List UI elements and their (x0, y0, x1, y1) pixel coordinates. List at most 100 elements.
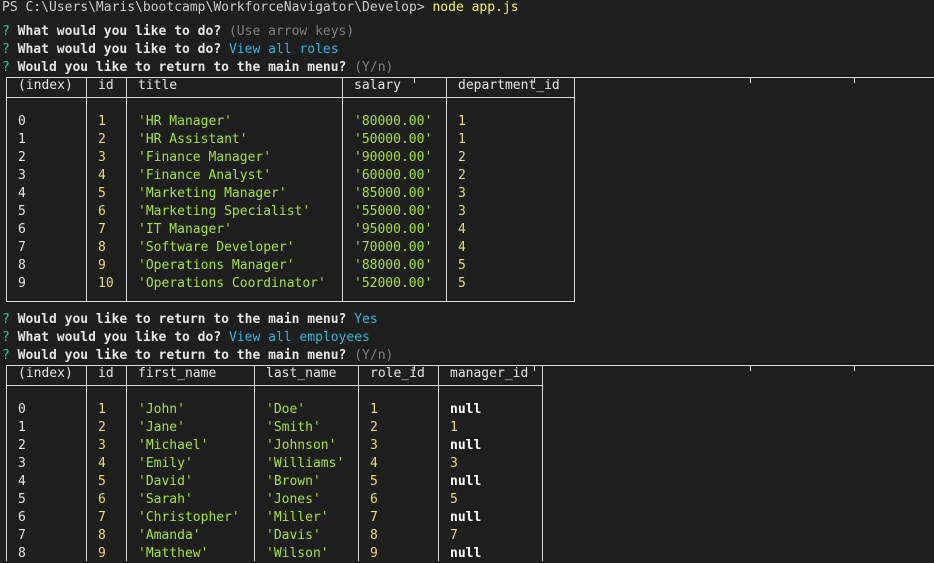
terminal-window[interactable]: { "command": { "prompt": "PS C:\\Users\\… (0, 0, 934, 561)
roles-table-cell: 1 (18, 132, 26, 147)
roles-table-cell: 7 (18, 240, 26, 255)
employees-table-header-cell: first_name (138, 366, 217, 381)
employees-table-cell: null (450, 474, 482, 489)
employees-table-ghost-tick (534, 365, 535, 371)
employees-table-column-divider (86, 365, 87, 561)
employees-table-cell: 7 (98, 510, 106, 525)
roles-table-column-divider (86, 77, 87, 301)
roles-table-cell: '88000.00' (354, 258, 433, 273)
roles-table-cell: 3 (458, 186, 466, 201)
roles-table-cell: 'Marketing Specialist' (138, 204, 311, 219)
employees-table-cell: 'Doe' (266, 402, 306, 417)
employees-table-cell: 'David' (138, 474, 193, 489)
employees-table-header-cell: (index) (18, 366, 73, 381)
roles-table-cell: '50000.00' (354, 132, 433, 147)
roles-table-cell: 10 (98, 276, 114, 291)
roles-table-cell: 9 (98, 258, 106, 273)
employees-table-cell: 5 (450, 492, 458, 507)
roles-table-column-divider (574, 77, 575, 301)
employees-table-header-cell: manager_id (450, 366, 529, 381)
employees-table-cell: 'Christopher' (138, 510, 240, 525)
roles-table-cell: '55000.00' (354, 204, 433, 219)
roles-table-cell: 6 (18, 222, 26, 237)
roles-table-cell: 2 (458, 150, 466, 165)
roles-table-cell: 4 (458, 222, 466, 237)
roles-table-cell: 4 (458, 240, 466, 255)
employees-table-cell: 'Williams' (266, 456, 345, 471)
employees-table-cell: 'Michael' (138, 438, 209, 453)
employees-table-cell: 5 (98, 474, 106, 489)
roles-table-cell: '60000.00' (354, 168, 433, 183)
employees-table-header-cell: last_name (266, 366, 337, 381)
employees-table-cell: 3 (370, 438, 378, 453)
employees-table-cell: 9 (98, 546, 106, 561)
employees-table-column-divider (358, 365, 359, 561)
roles-table-cell: 'Operations Manager' (138, 258, 295, 273)
employees-table-header-separator (6, 385, 542, 386)
roles-table-cell: 'Operations Coordinator' (138, 276, 326, 291)
roles-table-cell: '90000.00' (354, 150, 433, 165)
employees-table-cell: 3 (18, 456, 26, 471)
roles-table-column-divider (126, 77, 127, 301)
roles-table-cell: 5 (458, 258, 466, 273)
employees-table-cell: 'Miller' (266, 510, 329, 525)
roles-table-cell: '52000.00' (354, 276, 433, 291)
employees-table-cell: 5 (370, 474, 378, 489)
employees-table-cell: 3 (450, 456, 458, 471)
roles-table-cell: 1 (458, 114, 466, 129)
employees-table-column-divider (6, 365, 7, 561)
roles-table-cell: 6 (98, 204, 106, 219)
roles-table-cell: 1 (458, 132, 466, 147)
employees-table-cell: 8 (98, 528, 106, 543)
roles-table-column-divider (342, 77, 343, 301)
employees-table-cell: 7 (18, 528, 26, 543)
roles-table-cell: 9 (18, 276, 26, 291)
roles-table-cell: 5 (98, 186, 106, 201)
roles-table-header-cell: id (98, 78, 114, 93)
roles-table-cell: 8 (98, 240, 106, 255)
employees-table-cell: 'Jones' (266, 492, 321, 507)
employees-table-cell: 1 (18, 420, 26, 435)
employees-table-cell: 2 (18, 438, 26, 453)
employees-table-cell: 6 (370, 492, 378, 507)
roles-table-cell: 2 (458, 168, 466, 183)
roles-table-cell: 3 (18, 168, 26, 183)
employees-table-cell: 8 (18, 546, 26, 561)
employees-table-cell: 'Sarah' (138, 492, 193, 507)
roles-table-cell: 3 (458, 204, 466, 219)
employees-table-cell: 'Wilson' (266, 546, 329, 561)
employees-table-cell: 8 (370, 528, 378, 543)
employees-table-cell: null (450, 402, 482, 417)
employees-table-column-divider (126, 365, 127, 561)
employees-table-cell: 'Jane' (138, 420, 185, 435)
roles-table-cell: 2 (18, 150, 26, 165)
roles-table-cell: 3 (98, 150, 106, 165)
roles-table-cell: '95000.00' (354, 222, 433, 237)
roles-table-column-divider (446, 77, 447, 301)
roles-table-header-separator (6, 97, 574, 98)
employees-table-cell: 1 (98, 402, 106, 417)
employees-table-column-divider (254, 365, 255, 561)
roles-table-column-divider (6, 77, 7, 301)
roles-table-ghost-tick (414, 77, 415, 83)
roles-table-cell: 'Marketing Manager' (138, 186, 287, 201)
roles-table-header-cell: (index) (18, 78, 73, 93)
employees-table-cell: 2 (370, 420, 378, 435)
roles-table-cell: 0 (18, 114, 26, 129)
employees-table-cell: 7 (450, 528, 458, 543)
employees-table-column-divider (438, 365, 439, 561)
employees-table-header-cell: role_id (370, 366, 425, 381)
employees-table-cell: 3 (98, 438, 106, 453)
employees-table-ghost-tick (854, 365, 855, 371)
employees-table-cell: 0 (18, 402, 26, 417)
employees-table-cell: 6 (98, 492, 106, 507)
employees-table-cell: 9 (370, 546, 378, 561)
employees-table-cell: null (450, 438, 482, 453)
employees-table-cell: 6 (18, 510, 26, 525)
employees-table-cell: 'Davis' (266, 528, 321, 543)
employees-table-cell: 7 (370, 510, 378, 525)
roles-table-ghost-tick (854, 77, 855, 83)
roles-table-cell: '70000.00' (354, 240, 433, 255)
roles-table-cell: 1 (98, 114, 106, 129)
roles-table-cell: 4 (18, 186, 26, 201)
